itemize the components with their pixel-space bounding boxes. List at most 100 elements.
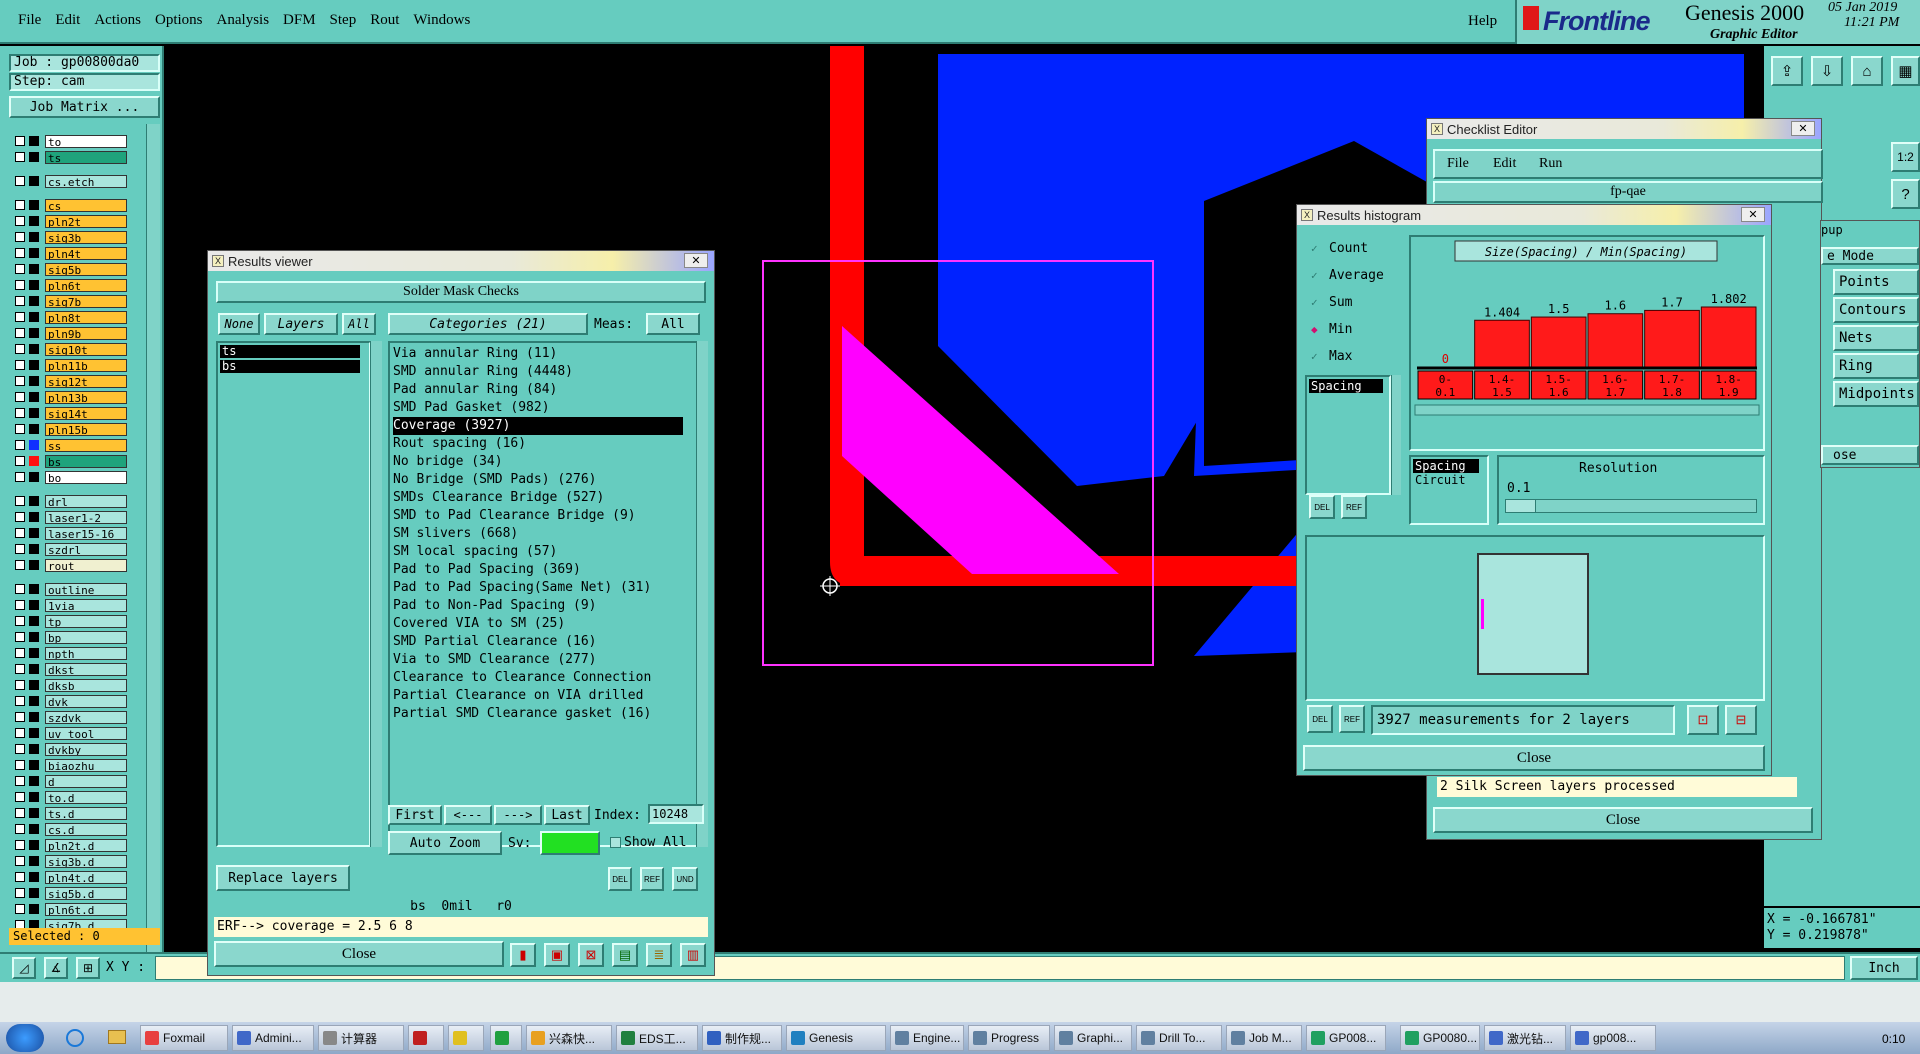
category-item[interactable]: Partial Clearance on VIA drilled (393, 687, 696, 705)
layer-name[interactable]: dksb (45, 678, 127, 692)
layer-checkbox[interactable] (15, 440, 25, 450)
layer-checkbox[interactable] (15, 584, 25, 594)
histogram-bar[interactable] (1530, 316, 1587, 368)
layer-row[interactable]: drl (10, 494, 132, 508)
taskbar-item[interactable]: Progress (968, 1025, 1050, 1051)
resolution-value[interactable]: 0.1 (1507, 481, 1530, 496)
layer-checkbox[interactable] (15, 904, 25, 914)
category-item[interactable]: Covered VIA to SM (25) (393, 615, 696, 633)
layer-checkbox[interactable] (15, 544, 25, 554)
taskbar-item[interactable]: Job M... (1226, 1025, 1302, 1051)
layer-row[interactable]: outline (10, 582, 132, 596)
layer-name[interactable]: tp (45, 614, 127, 628)
del-icon[interactable]: DEL (608, 867, 632, 891)
layer-row[interactable]: pln2t (10, 214, 132, 228)
layer-list-scrollbar[interactable] (146, 124, 160, 970)
snap-icon[interactable]: ◿ (12, 957, 36, 979)
chart-scrollbar[interactable] (1414, 404, 1760, 416)
category-item[interactable]: Clearance to Clearance Connection (393, 669, 696, 687)
ref-icon[interactable]: REF (640, 867, 664, 891)
layer-checkbox[interactable] (15, 200, 25, 210)
menu-edit[interactable]: Edit (55, 12, 80, 29)
category-item[interactable]: Pad annular Ring (84) (393, 381, 696, 399)
hist-ref-icon-2[interactable]: REF (1339, 705, 1365, 733)
histogram-bar[interactable] (1644, 309, 1700, 368)
layer-row[interactable]: bo (10, 470, 132, 484)
all-layers-button[interactable]: All (342, 313, 376, 335)
layer-checkbox[interactable] (15, 648, 25, 658)
units-select[interactable]: Inch (1850, 956, 1918, 980)
tool-grid-icon[interactable]: ▦ (1891, 56, 1920, 86)
layer-checkbox[interactable] (15, 296, 25, 306)
layer-row[interactable]: pln6t.d (10, 902, 132, 916)
layer-row[interactable]: pln11b (10, 358, 132, 372)
histogram-bar[interactable] (1587, 313, 1644, 368)
layer-checkbox[interactable] (15, 376, 25, 386)
layer-name[interactable]: pln2t (45, 214, 127, 228)
layer-row[interactable]: sig10t (10, 342, 132, 356)
layer-checkbox[interactable] (15, 328, 25, 338)
layer-name[interactable]: pln4t (45, 246, 127, 260)
layer-checkbox[interactable] (15, 560, 25, 570)
layer-checkbox[interactable] (15, 856, 25, 866)
layer-row[interactable]: pln13b (10, 390, 132, 404)
layer-row[interactable]: sig5b.d (10, 886, 132, 900)
category-item[interactable]: Rout spacing (16) (393, 435, 696, 453)
layer-name[interactable]: drl (45, 494, 127, 508)
auto-zoom-select[interactable]: Auto Zoom (388, 831, 502, 855)
layer-checkbox[interactable] (15, 808, 25, 818)
layer-up-icon[interactable]: ▮ (510, 943, 536, 967)
layer-row[interactable]: dksb (10, 678, 132, 692)
taskbar-item[interactable]: EDS工... (616, 1025, 698, 1051)
category-item[interactable]: SMD annular Ring (4448) (393, 363, 696, 381)
layer-name[interactable]: sig3b (45, 230, 127, 244)
hist-export-icon[interactable]: ⊡ (1687, 705, 1719, 735)
layer-row[interactable]: biaozhu (10, 758, 132, 772)
layer-name[interactable]: ss (45, 438, 127, 452)
layer-checkbox[interactable] (15, 456, 25, 466)
layer-row[interactable]: ts (10, 150, 132, 164)
layer-checkbox[interactable] (15, 472, 25, 482)
layer-row[interactable]: pln8t (10, 310, 132, 324)
category-item[interactable]: SMD Pad Gasket (982) (393, 399, 696, 417)
show-all-checkbox[interactable] (610, 837, 621, 848)
layer-name[interactable]: pln11b (45, 358, 127, 372)
layer-row[interactable]: sig3b (10, 230, 132, 244)
layer-checkbox[interactable] (15, 392, 25, 402)
taskbar-item[interactable] (408, 1025, 444, 1051)
layer-checkbox[interactable] (15, 512, 25, 522)
taskbar-item[interactable]: 兴森快... (526, 1025, 612, 1051)
list-icon[interactable]: ≣ (646, 943, 672, 967)
layer-row[interactable]: cs (10, 198, 132, 212)
menu-options[interactable]: Options (155, 12, 203, 29)
layer-checkbox[interactable] (15, 152, 25, 162)
histogram-bar[interactable] (1474, 319, 1530, 368)
layers-button[interactable]: Layers (264, 313, 338, 335)
layer-row[interactable]: sig14t (10, 406, 132, 420)
option-min[interactable]: ◆ Min (1311, 322, 1352, 337)
category-item[interactable]: No bridge (34) (393, 453, 696, 471)
taskbar-item[interactable]: 计算器 (318, 1025, 404, 1051)
layer-checkbox[interactable] (15, 344, 25, 354)
taskbar-item[interactable]: 制作规... (702, 1025, 782, 1051)
taskbar-item[interactable] (490, 1025, 522, 1051)
taskbar-item[interactable]: Genesis (786, 1025, 886, 1051)
layer-row[interactable]: sig7b (10, 294, 132, 308)
layer-row[interactable]: pln15b (10, 422, 132, 436)
layer-checkbox[interactable] (15, 776, 25, 786)
histogram-list[interactable]: Spacing (1305, 375, 1391, 495)
layer-checkbox[interactable] (15, 312, 25, 322)
popup-item-nets[interactable]: Nets (1833, 325, 1919, 351)
layer-row[interactable]: ts.d (10, 806, 132, 820)
taskbar-item[interactable]: Engine... (890, 1025, 964, 1051)
layer-name[interactable]: bo (45, 470, 127, 484)
layer-row[interactable]: 1via (10, 598, 132, 612)
explorer-icon[interactable] (108, 1030, 126, 1044)
help-menu[interactable]: Help (1468, 13, 1497, 30)
grid-snap-icon[interactable]: ⊞ (76, 957, 100, 979)
layer-name[interactable]: ts (45, 150, 127, 164)
layer-name[interactable]: sig3b.d (45, 854, 127, 868)
histogram-close-button[interactable]: Close (1303, 745, 1765, 771)
replace-layers-select[interactable]: Replace layers (216, 865, 350, 891)
layer-checkbox[interactable] (15, 216, 25, 226)
